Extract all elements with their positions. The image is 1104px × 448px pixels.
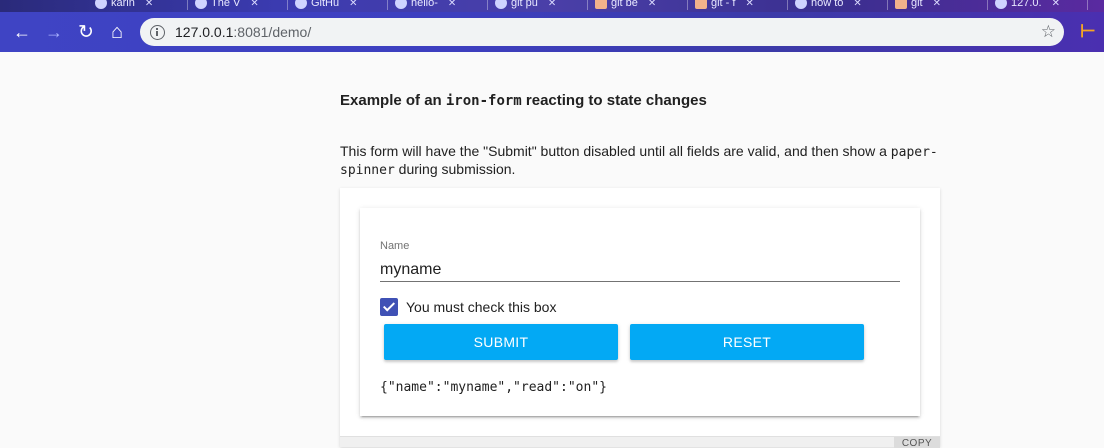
checkbox-label: You must check this box <box>406 299 557 315</box>
tab-title: how to <box>811 0 844 9</box>
tab-close-icon[interactable]: ✕ <box>548 0 556 9</box>
tab-title: karin <box>111 0 135 9</box>
browser-tab[interactable]: how to ✕ <box>795 0 862 12</box>
browser-tab[interactable]: 127.0. ✕ <box>995 0 1060 12</box>
site-info-icon[interactable] <box>150 24 165 40</box>
tab-title: The V <box>211 0 241 9</box>
address-bar[interactable]: 127.0.0.1:8081/demo/ ☆ <box>140 18 1064 46</box>
doc-icon <box>595 0 607 9</box>
bookmark-star-icon[interactable]: ☆ <box>1041 22 1056 42</box>
tab-separator <box>287 0 288 10</box>
tab-separator <box>387 0 388 10</box>
browser-toolbar: ← → ↻ ⌂ 127.0.0.1:8081/demo/ ☆ ⊢ <box>0 12 1104 52</box>
demo-heading: Example of an iron-form reacting to stat… <box>340 92 707 109</box>
tab-separator <box>987 0 988 10</box>
tab-close-icon[interactable]: ✕ <box>853 0 861 9</box>
browser-tab[interactable]: git pu ✕ <box>495 0 556 12</box>
google-icon <box>795 0 807 9</box>
url-path: :8081/demo/ <box>233 24 312 40</box>
tab-close-icon[interactable]: ✕ <box>745 0 753 9</box>
url-host: 127.0.0.1 <box>175 24 234 40</box>
github-icon <box>95 0 107 9</box>
form-card: Name You must check this box SUBMIT RESE… <box>360 208 920 416</box>
tab-close-icon[interactable]: ✕ <box>349 0 357 9</box>
name-label: Name <box>380 240 410 252</box>
page-content: Example of an iron-form reacting to stat… <box>0 52 1104 448</box>
tab-close-icon[interactable]: ✕ <box>1052 0 1060 9</box>
browser-tab[interactable]: git be ✕ <box>595 0 656 12</box>
browser-tab[interactable]: karin ✕ <box>95 0 153 12</box>
forward-arrow-icon[interactable]: → <box>43 21 65 43</box>
code-snippet-bar: COPY <box>340 436 940 448</box>
browser-tab[interactable]: git ✕ <box>895 0 941 12</box>
tab-title: git be <box>611 0 638 9</box>
copy-button[interactable]: COPY <box>894 437 940 448</box>
heading-text: Example of an <box>340 92 446 109</box>
browser-tab[interactable]: GitHu ✕ <box>295 0 358 12</box>
reset-button[interactable]: RESET <box>630 324 864 360</box>
page-icon <box>195 0 207 9</box>
github-icon <box>395 0 407 9</box>
doc-icon <box>695 0 707 9</box>
tab-close-icon[interactable]: ✕ <box>250 0 258 9</box>
form-output: {"name":"myname","read":"on"} <box>380 380 607 395</box>
tab-title: git pu <box>511 0 538 9</box>
browser-tab[interactable]: The V ✕ <box>195 0 259 12</box>
tab-separator <box>487 0 488 10</box>
checkbox-row[interactable]: You must check this box <box>380 298 556 316</box>
tab-close-icon[interactable]: ✕ <box>448 0 456 9</box>
demo-description: This form will have the "Submit" button … <box>340 143 950 179</box>
back-arrow-icon[interactable]: ← <box>11 21 33 43</box>
tab-strip: karin ✕ The V ✕ GitHu ✕ hello- ✕ git pu ✕ git be ✕ g… <box>0 0 1104 12</box>
heading-code: iron-form <box>445 93 522 109</box>
tab-close-icon[interactable]: ✕ <box>145 0 153 9</box>
browser-tab[interactable]: hello- ✕ <box>395 0 456 12</box>
tab-separator <box>587 0 588 10</box>
tab-separator <box>787 0 788 10</box>
name-input[interactable] <box>380 258 900 282</box>
demo-container: Name You must check this box SUBMIT RESE… <box>340 188 940 447</box>
google-icon <box>495 0 507 9</box>
tab-separator <box>1087 0 1088 10</box>
tab-title: git <box>911 0 923 9</box>
tab-title: GitHu <box>311 0 340 9</box>
url-text[interactable]: 127.0.0.1:8081/demo/ <box>175 24 311 40</box>
heading-text-end: reacting to state changes <box>521 92 707 109</box>
github-icon <box>295 0 307 9</box>
tab-separator <box>687 0 688 10</box>
submit-button[interactable]: SUBMIT <box>384 324 618 360</box>
browser-tab[interactable]: git - f ✕ <box>695 0 754 12</box>
page-icon <box>995 0 1007 9</box>
tab-close-icon[interactable]: ✕ <box>933 0 941 9</box>
tab-title: 127.0. <box>1011 0 1042 9</box>
description-text-end: during submission. <box>394 161 516 177</box>
extension-icon[interactable]: ⊢ <box>1080 21 1096 42</box>
checkbox-checked-icon[interactable] <box>380 298 398 316</box>
tab-separator <box>887 0 888 10</box>
doc-icon <box>895 0 907 9</box>
home-icon[interactable]: ⌂ <box>106 21 128 43</box>
tab-title: hello- <box>411 0 438 9</box>
reload-icon[interactable]: ↻ <box>75 21 97 43</box>
tab-close-icon[interactable]: ✕ <box>648 0 656 9</box>
description-text: This form will have the "Submit" button … <box>340 143 891 159</box>
tab-separator <box>187 0 188 10</box>
tab-title: git - f <box>711 0 736 9</box>
